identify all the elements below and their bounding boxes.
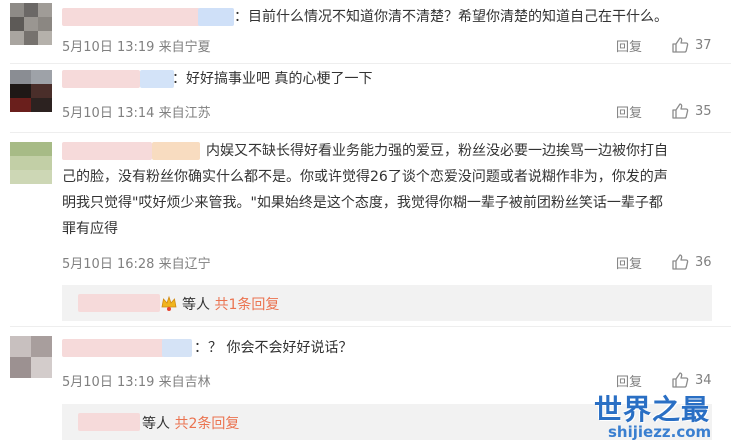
comment-text-line: 明我只觉得"哎好烦少来管我。"如果始终是这个态度，我觉得你糊一辈子被前团粉丝笑话… — [62, 195, 663, 211]
comment-meta: 5月10日 13:14 来自江苏 — [62, 102, 211, 121]
comment-time: 5月10日 13:14 — [62, 106, 155, 121]
username-blurred[interactable] — [62, 70, 140, 88]
divider — [10, 63, 731, 64]
divider — [10, 326, 731, 327]
like-button[interactable]: 36 — [671, 252, 712, 272]
thumbs-up-icon — [672, 103, 689, 119]
like-count: 35 — [695, 103, 712, 119]
reply-button[interactable]: 回复 — [616, 36, 642, 55]
username-blurred[interactable] — [62, 142, 152, 160]
reply-button[interactable]: 回复 — [616, 253, 642, 272]
comment-time: 5月10日 13:19 — [62, 40, 155, 55]
subreply-etc: 等人 — [142, 416, 170, 432]
subreply-etc: 等人 — [182, 297, 210, 313]
comment-meta: 5月10日 13:19 来自吉林 — [62, 371, 211, 390]
comment-location: 来自宁夏 — [158, 40, 211, 55]
thumbs-up-icon — [672, 372, 689, 388]
like-button[interactable]: 35 — [671, 101, 712, 121]
comment-text: ：？ 你会不会好好说话？ — [194, 340, 353, 356]
more-replies-link[interactable]: 共2条回复 — [174, 416, 239, 432]
like-button[interactable]: 37 — [671, 35, 712, 55]
avatar[interactable] — [10, 70, 52, 112]
comment-text-line: 罪有应得 — [62, 221, 118, 237]
comment-meta: 5月10日 16:28 来自辽宁 — [62, 253, 211, 272]
comment-time: 5月10日 16:28 — [62, 257, 155, 272]
subreply-username-blurred[interactable] — [78, 413, 140, 431]
comment-location: 来自吉林 — [158, 375, 211, 390]
avatar[interactable] — [10, 3, 52, 45]
reply-button[interactable]: 回复 — [616, 102, 642, 121]
subreply-username-blurred[interactable] — [78, 294, 160, 312]
subreply-summary: 等人 共1条回复 — [182, 294, 279, 314]
username-blurred[interactable] — [62, 8, 200, 26]
like-button[interactable]: 34 — [671, 370, 712, 390]
comment-meta: 5月10日 13:19 来自宁夏 — [62, 36, 211, 55]
more-replies-link[interactable]: 共1条回复 — [214, 297, 279, 313]
like-count: 34 — [695, 372, 712, 388]
divider — [10, 132, 731, 133]
watermark-title: 世界之最 — [594, 393, 711, 426]
username-blurred[interactable] — [62, 339, 164, 357]
comment-time: 5月10日 13:19 — [62, 375, 155, 390]
thumbs-up-icon — [672, 254, 689, 270]
subreply-box: 等人 共1条回复 — [62, 285, 712, 321]
comment-text-line: 己的脸，没有粉丝你确实什么都不是。你或许觉得26了谈个恋爱没问题或者说糊作非为，… — [62, 169, 668, 185]
comment-text: ：好好搞事业吧 真的心梗了一下 — [172, 71, 373, 87]
crown-icon — [160, 294, 178, 316]
like-count: 37 — [695, 37, 712, 53]
like-count: 36 — [695, 254, 712, 270]
comment-location: 来自辽宁 — [158, 257, 211, 272]
comment-text-line: 内娱又不缺长得好看业务能力强的爱豆，粉丝没必要一边挨骂一边被你打自 — [206, 143, 668, 159]
user-badge-blurred — [140, 70, 174, 88]
thumbs-up-icon — [672, 37, 689, 53]
avatar[interactable] — [10, 336, 52, 378]
subreply-summary: 等人 共2条回复 — [142, 413, 239, 433]
watermark-url: shijiezz.com — [608, 423, 712, 441]
comment-location: 来自江苏 — [158, 106, 211, 121]
avatar[interactable] — [10, 142, 52, 184]
user-badge-blurred — [152, 142, 200, 160]
user-badge-blurred — [198, 8, 234, 26]
comment-text: ：目前什么情况不知道你清不清楚？希望你清楚的知道自己在干什么。 — [234, 9, 668, 25]
user-badge-blurred — [162, 339, 192, 357]
